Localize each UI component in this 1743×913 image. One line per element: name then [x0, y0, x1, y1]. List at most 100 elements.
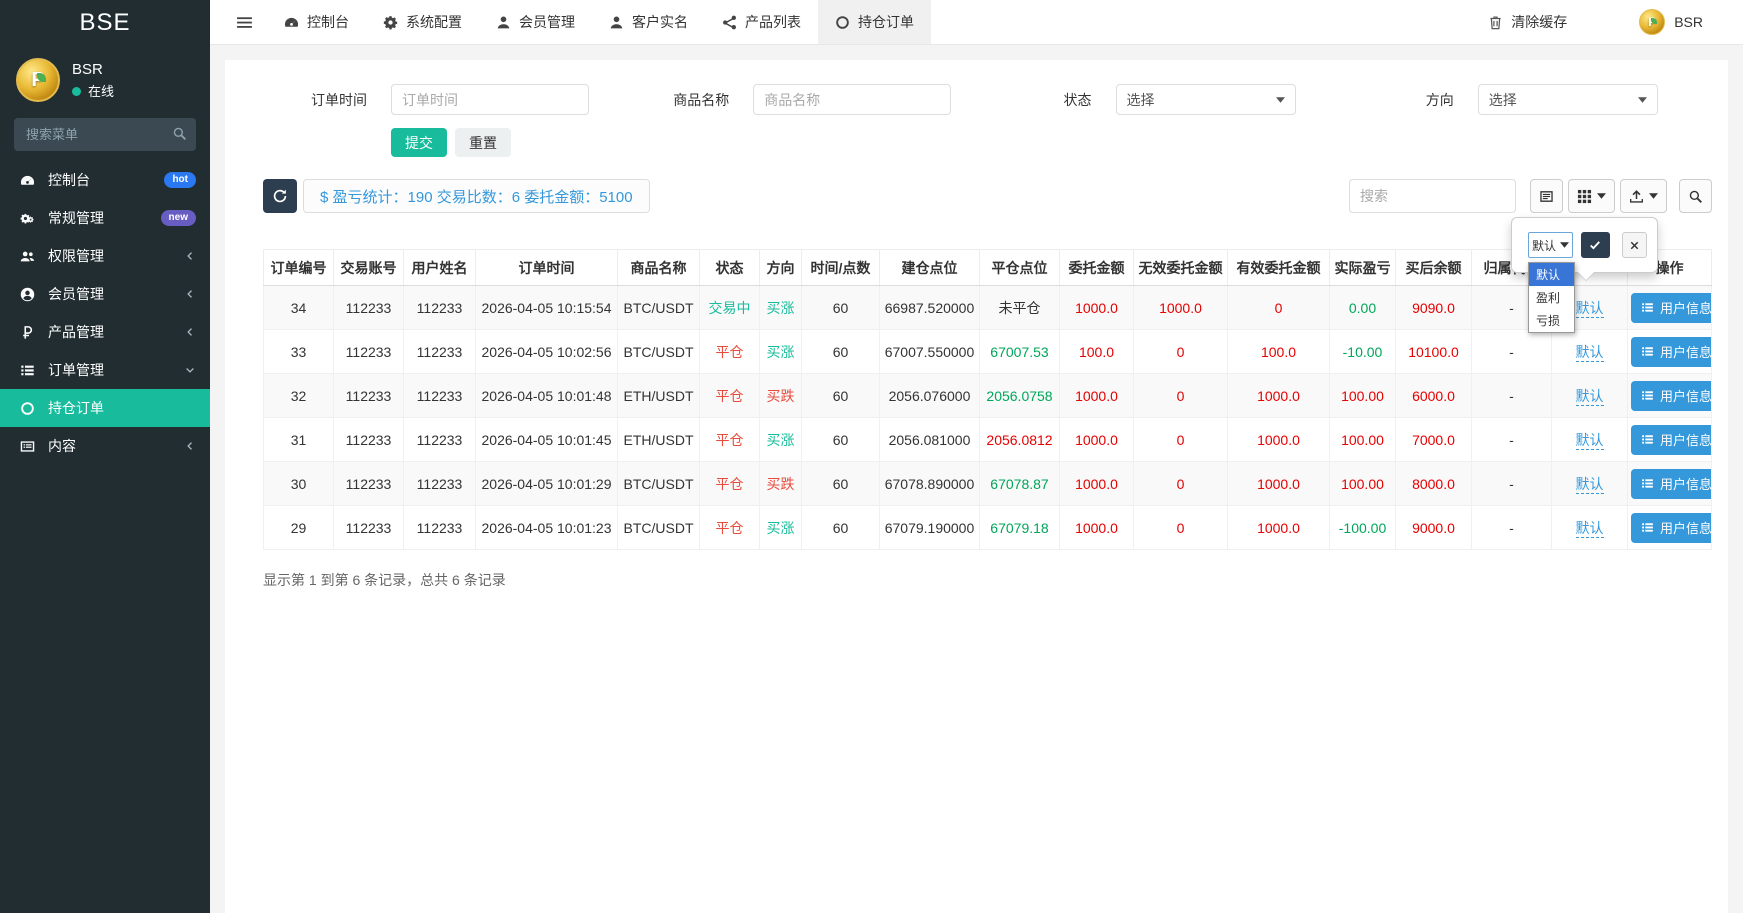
- cell-value: -: [1509, 476, 1514, 492]
- user-info-button[interactable]: 用户信息: [1631, 425, 1712, 455]
- user-info-button[interactable]: 用户信息: [1631, 513, 1712, 543]
- column-header-状态: 状态: [700, 250, 760, 286]
- dropdown-option-默认[interactable]: 默认: [1529, 263, 1574, 286]
- refresh-button[interactable]: [263, 179, 297, 213]
- tab-客户实名[interactable]: 客户实名: [592, 0, 705, 44]
- caret-down-icon: [1276, 97, 1285, 103]
- table-row: 301122331122332026-04-05 10:01:29BTC/USD…: [264, 462, 1712, 506]
- table-cell: 默认: [1552, 374, 1628, 418]
- users-icon: [18, 249, 37, 264]
- risk-select[interactable]: 默认: [1528, 232, 1573, 258]
- status-select[interactable]: 选择: [1116, 84, 1296, 115]
- cell-value: 60: [833, 300, 849, 316]
- user-panel: P BSR 在线: [0, 46, 210, 112]
- order-time-input[interactable]: [391, 84, 589, 115]
- cell-value: 1000.0: [1075, 476, 1118, 492]
- tab-会员管理[interactable]: 会员管理: [479, 0, 592, 44]
- column-header-买后余额: 买后余额: [1396, 250, 1472, 286]
- detail-view-button[interactable]: [1530, 179, 1563, 213]
- user-info-button[interactable]: 用户信息: [1631, 469, 1712, 499]
- table-cell: 1000.0: [1228, 374, 1330, 418]
- sidebar-item-权限管理[interactable]: 权限管理: [0, 237, 210, 275]
- cell-value: 100.0: [1079, 344, 1114, 360]
- risk-default-link[interactable]: 默认: [1576, 476, 1604, 494]
- table-cell: 1000.0: [1060, 462, 1134, 506]
- list-icon: [18, 363, 37, 378]
- cell-value: 112233: [346, 388, 392, 404]
- product-name-input[interactable]: [753, 84, 951, 115]
- table-cell: BTC/USDT: [618, 462, 700, 506]
- sidebar-item-产品管理[interactable]: 产品管理: [0, 313, 210, 351]
- table-header-row: 订单编号交易账号用户姓名订单时间商品名称状态方向时间/点数建仓点位平仓点位委托金…: [264, 250, 1712, 286]
- table-cell: 2026-04-05 10:01:45: [476, 418, 618, 462]
- user-info-button[interactable]: 用户信息: [1631, 293, 1712, 323]
- clear-cache-button[interactable]: 清除缓存: [1488, 12, 1567, 32]
- confirm-button[interactable]: [1581, 232, 1610, 258]
- risk-default-link[interactable]: 默认: [1576, 388, 1604, 406]
- cancel-button[interactable]: [1622, 232, 1647, 258]
- sidebar-item-控制台[interactable]: 控制台hot: [0, 161, 210, 199]
- cell-value: 交易中: [709, 300, 751, 316]
- table-cell: 67007.53: [980, 330, 1060, 374]
- dropdown-option-盈利[interactable]: 盈利: [1529, 286, 1574, 309]
- navbar-user[interactable]: P BSR: [1639, 9, 1703, 35]
- table-search-input[interactable]: [1349, 179, 1516, 213]
- cell-value: 32: [291, 388, 307, 404]
- user-info-label: 用户信息: [1660, 518, 1712, 537]
- tab-系统配置[interactable]: 系统配置: [366, 0, 479, 44]
- user-info-label: 用户信息: [1660, 430, 1712, 449]
- filter-direction: 方向 选择: [1350, 84, 1712, 115]
- submit-button[interactable]: 提交: [391, 128, 447, 157]
- gauge-icon: [18, 173, 37, 188]
- table-cell: 67079.18: [980, 506, 1060, 550]
- table-cell: 用户信息: [1628, 506, 1712, 550]
- export-button[interactable]: [1620, 179, 1667, 213]
- dropdown-option-亏损[interactable]: 亏损: [1529, 309, 1574, 332]
- table-cell: 2056.0758: [980, 374, 1060, 418]
- sidebar-item-会员管理[interactable]: 会员管理: [0, 275, 210, 313]
- main: 控制台系统配置会员管理客户实名产品列表 持仓订单 清除缓存 P BSR: [210, 0, 1743, 913]
- table-cell: 2026-04-05 10:15:54: [476, 286, 618, 330]
- table-cell: 10100.0: [1396, 330, 1472, 374]
- tab-控制台[interactable]: 控制台: [267, 0, 366, 44]
- tab-label: 持仓订单: [858, 12, 914, 32]
- cell-value: 平仓: [716, 476, 744, 492]
- risk-default-link[interactable]: 默认: [1576, 432, 1604, 450]
- table-cell: 0: [1134, 374, 1228, 418]
- columns-button[interactable]: [1568, 179, 1615, 213]
- sidebar-search-input[interactable]: [14, 118, 196, 151]
- risk-default-link[interactable]: 默认: [1576, 300, 1604, 318]
- filter-product-name: 商品名称: [625, 84, 987, 115]
- cell-value: 33: [291, 344, 307, 360]
- tab-持仓订单[interactable]: 持仓订单: [818, 0, 931, 44]
- user-info-button[interactable]: 用户信息: [1631, 337, 1712, 367]
- risk-default-link[interactable]: 默认: [1576, 344, 1604, 362]
- cell-value: 2056.0812: [986, 432, 1052, 448]
- user-info-button[interactable]: 用户信息: [1631, 381, 1712, 411]
- cell-value: 0: [1275, 300, 1283, 316]
- direction-select[interactable]: 选择: [1478, 84, 1658, 115]
- sidebar-item-持仓订单[interactable]: 持仓订单: [0, 389, 210, 427]
- cell-value: 100.00: [1341, 388, 1384, 404]
- sidebar-item-订单管理[interactable]: 订单管理: [0, 351, 210, 389]
- table-cell: 用户信息: [1628, 286, 1712, 330]
- cell-value: -: [1509, 520, 1514, 536]
- cell-value: 30: [291, 476, 307, 492]
- risk-default-link[interactable]: 默认: [1576, 520, 1604, 538]
- tab-产品列表[interactable]: 产品列表: [705, 0, 818, 44]
- cell-value: 67078.87: [990, 476, 1048, 492]
- reset-button[interactable]: 重置: [455, 128, 511, 157]
- sidebar-item-内容[interactable]: 内容: [0, 427, 210, 465]
- clear-cache-label: 清除缓存: [1511, 12, 1567, 32]
- user-icon: [496, 15, 511, 30]
- cell-value: 100.0: [1261, 344, 1296, 360]
- menu-toggle-icon[interactable]: [222, 0, 267, 44]
- search-toggle-button[interactable]: [1679, 179, 1712, 213]
- refresh-icon: [272, 188, 288, 204]
- risk-select-dropdown: 默认盈利亏损: [1528, 262, 1575, 333]
- table-cell: 平仓: [700, 506, 760, 550]
- cell-value: 1000.0: [1075, 520, 1118, 536]
- sidebar-item-常规管理[interactable]: 常规管理new: [0, 199, 210, 237]
- table-cell: 平仓: [700, 374, 760, 418]
- cell-value: BTC/USDT: [624, 344, 694, 360]
